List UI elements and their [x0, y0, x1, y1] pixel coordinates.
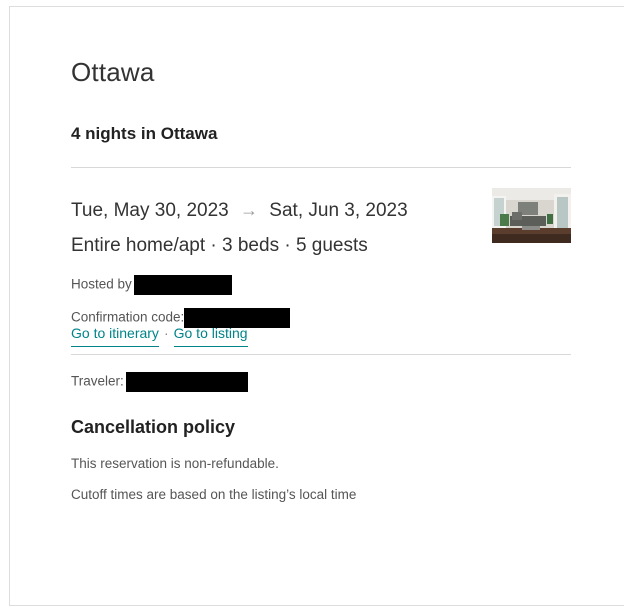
host-name-redacted [133, 275, 232, 295]
host-row: Hosted by [71, 275, 232, 295]
go-to-itinerary-link[interactable]: Go to itinerary [71, 325, 159, 347]
divider-top [71, 167, 571, 168]
arrow-right-icon: → [240, 200, 259, 220]
traveler-label: Traveler: [71, 373, 124, 389]
cancellation-policy-text: This reservation is non-refundable. [71, 456, 279, 471]
destination-title: Ottawa [71, 57, 155, 87]
trip-links: Go to itinerary · Go to listing [71, 325, 248, 347]
listing-photo-icon [492, 188, 571, 243]
listing-summary: Entire home/apt · 3 beds · 5 guests [71, 235, 368, 256]
nights-heading: 4 nights in Ottawa [71, 124, 218, 143]
divider-middle [71, 354, 571, 355]
trip-dates: Tue, May 30, 2023 → Sat, Jun 3, 2023 [71, 200, 408, 222]
cutoff-time-note: Cutoff times are based on the listing’s … [71, 487, 357, 502]
checkin-date: Tue, May 30, 2023 [71, 200, 229, 221]
go-to-listing-link[interactable]: Go to listing [173, 325, 248, 347]
reservation-card: Ottawa 4 nights in Ottawa Tue, May 30, 2… [9, 6, 624, 606]
traveler-name-redacted [125, 372, 248, 392]
link-separator: · [163, 325, 169, 341]
checkout-date: Sat, Jun 3, 2023 [269, 200, 408, 221]
confirmation-label: Confirmation code: [71, 309, 185, 325]
listing-thumbnail[interactable] [492, 188, 571, 243]
cancellation-policy-heading: Cancellation policy [71, 417, 236, 437]
traveler-row: Traveler: [71, 372, 248, 392]
host-label: Hosted by [71, 276, 132, 292]
